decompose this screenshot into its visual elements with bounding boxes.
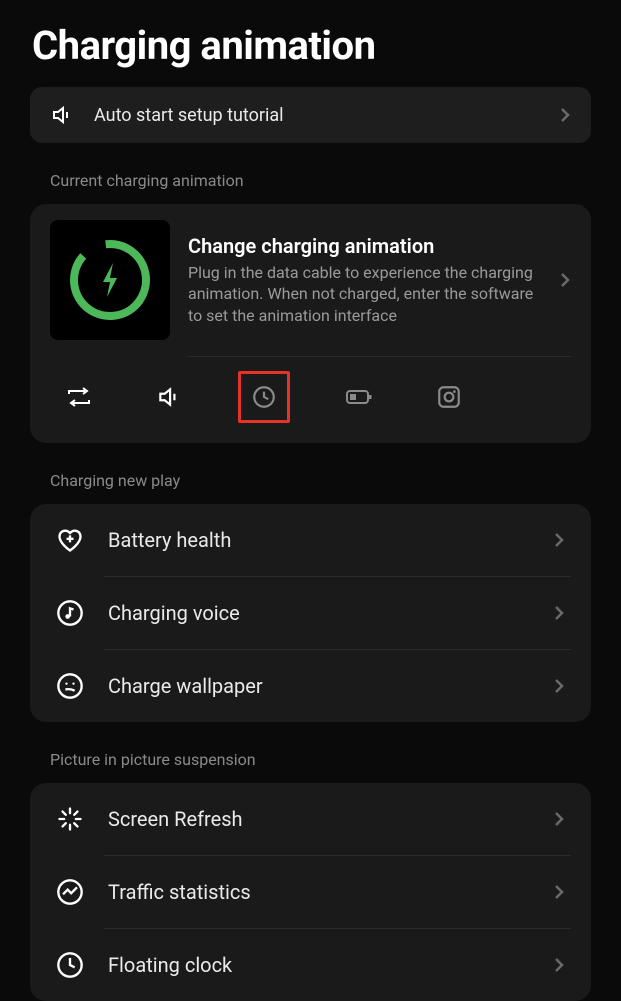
heart-plus-icon: [56, 526, 84, 554]
loop-button[interactable]: [58, 376, 100, 418]
clock-outline-icon: [56, 951, 84, 979]
list-label: Screen Refresh: [108, 807, 529, 831]
list-label: Charge wallpaper: [108, 674, 529, 698]
chart-icon: [56, 878, 84, 906]
charge-wallpaper-row[interactable]: Charge wallpaper: [50, 650, 571, 722]
current-animation-card: Change charging animation Plug in the da…: [30, 204, 591, 443]
current-section-label: Current charging animation: [0, 171, 621, 204]
camera-button[interactable]: [428, 376, 470, 418]
chevron-right-icon: [553, 810, 565, 828]
traffic-statistics-row[interactable]: Traffic statistics: [50, 856, 571, 928]
list-label: Traffic statistics: [108, 880, 529, 904]
animation-description: Plug in the data cable to experience the…: [188, 262, 541, 327]
chevron-right-icon: [553, 677, 565, 695]
page-title: Charging animation: [0, 0, 621, 87]
list-label: Charging voice: [108, 601, 529, 625]
chevron-right-icon: [559, 271, 571, 289]
sound-icon: [50, 103, 74, 127]
clock-button[interactable]: [238, 371, 290, 423]
chevron-right-icon: [553, 883, 565, 901]
chevron-right-icon: [559, 106, 571, 124]
sparkle-icon: [56, 805, 84, 833]
face-icon: [56, 672, 84, 700]
battery-button[interactable]: [338, 376, 380, 418]
animation-title: Change charging animation: [188, 234, 541, 258]
pip-section-label: Picture in picture suspension: [0, 750, 621, 783]
music-note-icon: [56, 599, 84, 627]
screen-refresh-row[interactable]: Screen Refresh: [50, 783, 571, 855]
chevron-right-icon: [553, 531, 565, 549]
tutorial-row[interactable]: Auto start setup tutorial: [30, 87, 591, 143]
battery-health-row[interactable]: Battery health: [50, 504, 571, 576]
pip-list: Screen Refresh Traffic statistics Floati…: [30, 783, 591, 1001]
new-play-list: Battery health Charging voice: [30, 504, 591, 722]
animation-toolbar: [50, 357, 571, 431]
tutorial-label: Auto start setup tutorial: [94, 105, 539, 126]
charging-voice-row[interactable]: Charging voice: [50, 577, 571, 649]
animation-preview: [50, 220, 170, 340]
new-play-section-label: Charging new play: [0, 471, 621, 504]
floating-clock-row[interactable]: Floating clock: [50, 929, 571, 1001]
change-animation-row[interactable]: Change charging animation Plug in the da…: [50, 220, 571, 356]
list-label: Battery health: [108, 528, 529, 552]
sound-button[interactable]: [148, 376, 190, 418]
list-label: Floating clock: [108, 953, 529, 977]
chevron-right-icon: [553, 956, 565, 974]
chevron-right-icon: [553, 604, 565, 622]
